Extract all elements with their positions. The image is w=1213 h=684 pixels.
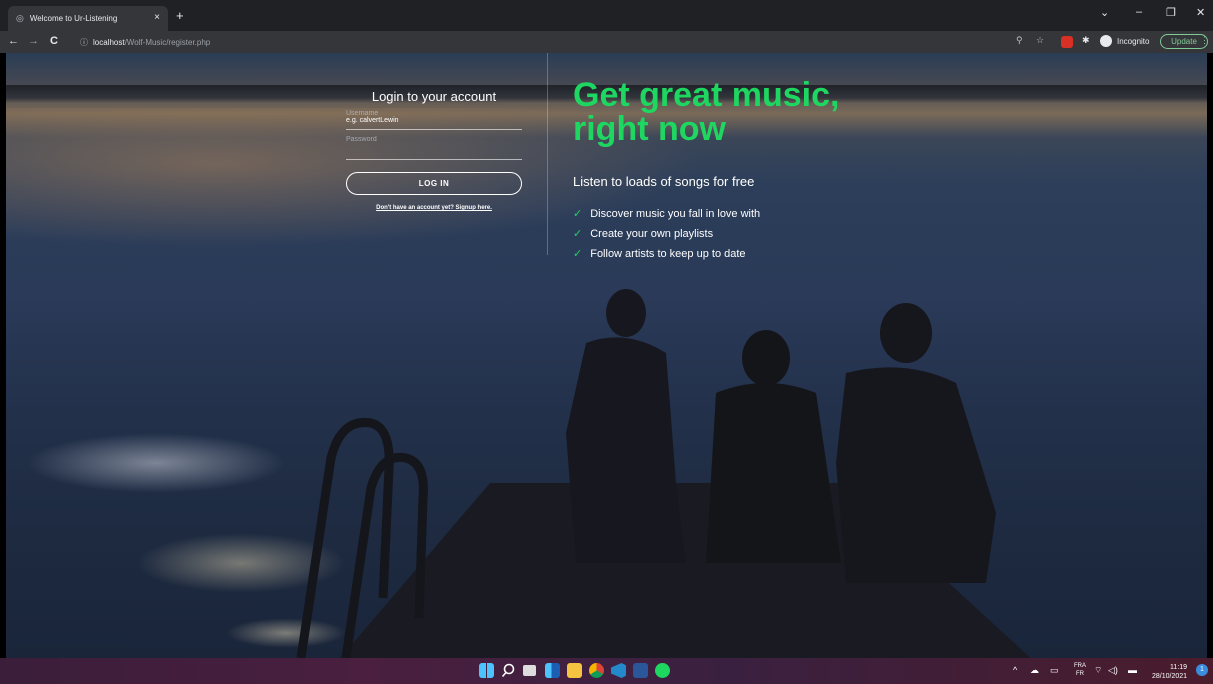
promo-headline-line2: right now bbox=[573, 110, 726, 148]
promo-subtitle: Listen to loads of songs for free bbox=[573, 174, 755, 189]
tab-close-icon[interactable]: × bbox=[154, 12, 160, 23]
login-button[interactable]: LOG IN bbox=[346, 172, 522, 195]
task-view-icon[interactable] bbox=[523, 665, 536, 676]
forward-button[interactable]: → bbox=[28, 35, 39, 47]
cloud-icon[interactable]: ☁ bbox=[1030, 665, 1039, 676]
incognito-label: Incognito bbox=[1117, 36, 1150, 46]
battery-icon[interactable]: ▬ bbox=[1128, 665, 1137, 675]
page-background: Login to your account Username e.g. calv… bbox=[6, 53, 1207, 658]
feature-list: ✓ Discover music you fall in love with ✓ C… bbox=[573, 207, 973, 261]
feature-item: ✓ Create your own playlists bbox=[573, 227, 973, 241]
vscode-icon[interactable] bbox=[611, 663, 626, 678]
browser-tab[interactable]: ◎ Welcome to Ur-Listening × bbox=[8, 6, 168, 31]
clock[interactable]: 11:19 28/10/2021 bbox=[1152, 663, 1187, 681]
start-windows-icon[interactable] bbox=[479, 663, 494, 678]
feature-text: Follow artists to keep up to date bbox=[590, 247, 746, 260]
login-title: Login to your account bbox=[371, 89, 497, 104]
password-input[interactable] bbox=[346, 143, 522, 160]
people-silhouette bbox=[566, 289, 996, 583]
username-input[interactable]: e.g. calvertLewin bbox=[346, 117, 522, 130]
ladder-silhouette bbox=[296, 417, 428, 658]
address-bar[interactable]: ⓘ localhost /Wolf-Music/register.php bbox=[80, 34, 480, 50]
new-tab-button[interactable]: + bbox=[176, 8, 184, 23]
bookmark-star-icon[interactable]: ☆ bbox=[1036, 35, 1044, 46]
search-icon[interactable] bbox=[501, 663, 516, 678]
speaker-icon[interactable]: ◁) bbox=[1108, 665, 1118, 676]
tab-search-icon[interactable]: ⌄ bbox=[1100, 6, 1109, 19]
feature-item: ✓ Discover music you fall in love with bbox=[573, 207, 973, 221]
word-icon[interactable] bbox=[633, 663, 648, 678]
signup-link[interactable]: Don't have an account yet? Signup here. bbox=[346, 205, 522, 211]
browser-toolbar: ← → C ⓘ localhost /Wolf-Music/register.p… bbox=[0, 31, 1213, 53]
clock-time: 11:19 bbox=[1170, 664, 1188, 671]
minimize-button[interactable]: – bbox=[1136, 6, 1142, 18]
incognito-icon bbox=[1100, 35, 1112, 47]
globe-icon: ◎ bbox=[16, 13, 24, 23]
feature-item: ✓ Follow artists to keep up to date bbox=[573, 247, 973, 261]
widgets-icon[interactable] bbox=[545, 663, 560, 678]
section-divider bbox=[547, 53, 548, 255]
promo-headline-line1: Get great music, bbox=[573, 76, 840, 114]
chrome-icon[interactable] bbox=[589, 663, 604, 678]
tray-overflow-icon[interactable]: ^ bbox=[1013, 665, 1017, 675]
url-host: localhost bbox=[93, 37, 125, 47]
reload-button[interactable]: C bbox=[50, 35, 58, 47]
windows-taskbar: ^ ☁ ▭ FRA FR ⌔ ◁) ▬ 11:19 28/10/2021 1 bbox=[0, 658, 1213, 684]
checkmark-icon: ✓ bbox=[573, 228, 583, 240]
password-label: Password bbox=[346, 136, 377, 143]
spotify-icon[interactable] bbox=[655, 663, 670, 678]
back-button[interactable]: ← bbox=[8, 35, 19, 47]
restore-button[interactable]: ❐ bbox=[1166, 6, 1176, 19]
lang-layout: FR bbox=[1076, 671, 1084, 677]
cloud-reflection bbox=[26, 433, 286, 493]
wifi-icon[interactable]: ⌔ bbox=[1094, 665, 1102, 676]
tab-title: Welcome to Ur-Listening bbox=[29, 14, 118, 23]
username-label: Username bbox=[346, 110, 379, 117]
login-form: Login to your account Username e.g. calv… bbox=[346, 53, 522, 211]
keyboard-icon[interactable]: ▭ bbox=[1050, 665, 1059, 676]
lang-code: FRA bbox=[1074, 663, 1086, 669]
extension-adblock-icon[interactable] bbox=[1061, 36, 1073, 48]
checkmark-icon: ✓ bbox=[573, 248, 583, 260]
feature-text: Discover music you fall in love with bbox=[590, 207, 761, 220]
promo-headline: Get great music, right now bbox=[573, 78, 973, 146]
clock-date: 28/10/2021 bbox=[1152, 673, 1188, 680]
file-explorer-icon[interactable] bbox=[567, 663, 582, 678]
notification-badge[interactable]: 1 bbox=[1196, 664, 1208, 676]
zoom-icon[interactable]: ⚲ bbox=[1016, 35, 1023, 46]
promo-section: Get great music, right now Listen to loa… bbox=[573, 78, 973, 267]
update-button[interactable]: Update bbox=[1160, 34, 1208, 49]
extensions-icon[interactable]: ✱ bbox=[1082, 35, 1090, 46]
url-path: /Wolf-Music/register.php bbox=[124, 37, 211, 47]
close-window-button[interactable]: ✕ bbox=[1196, 6, 1205, 19]
incognito-indicator: Incognito bbox=[1100, 35, 1149, 47]
info-icon[interactable]: ⓘ bbox=[80, 37, 88, 48]
checkmark-icon: ✓ bbox=[573, 208, 583, 220]
feature-text: Create your own playlists bbox=[590, 227, 714, 240]
browser-titlebar: ◎ Welcome to Ur-Listening × + ⌄ – ❐ ✕ bbox=[0, 0, 1213, 31]
language-indicator[interactable]: FRA FR bbox=[1074, 662, 1086, 678]
